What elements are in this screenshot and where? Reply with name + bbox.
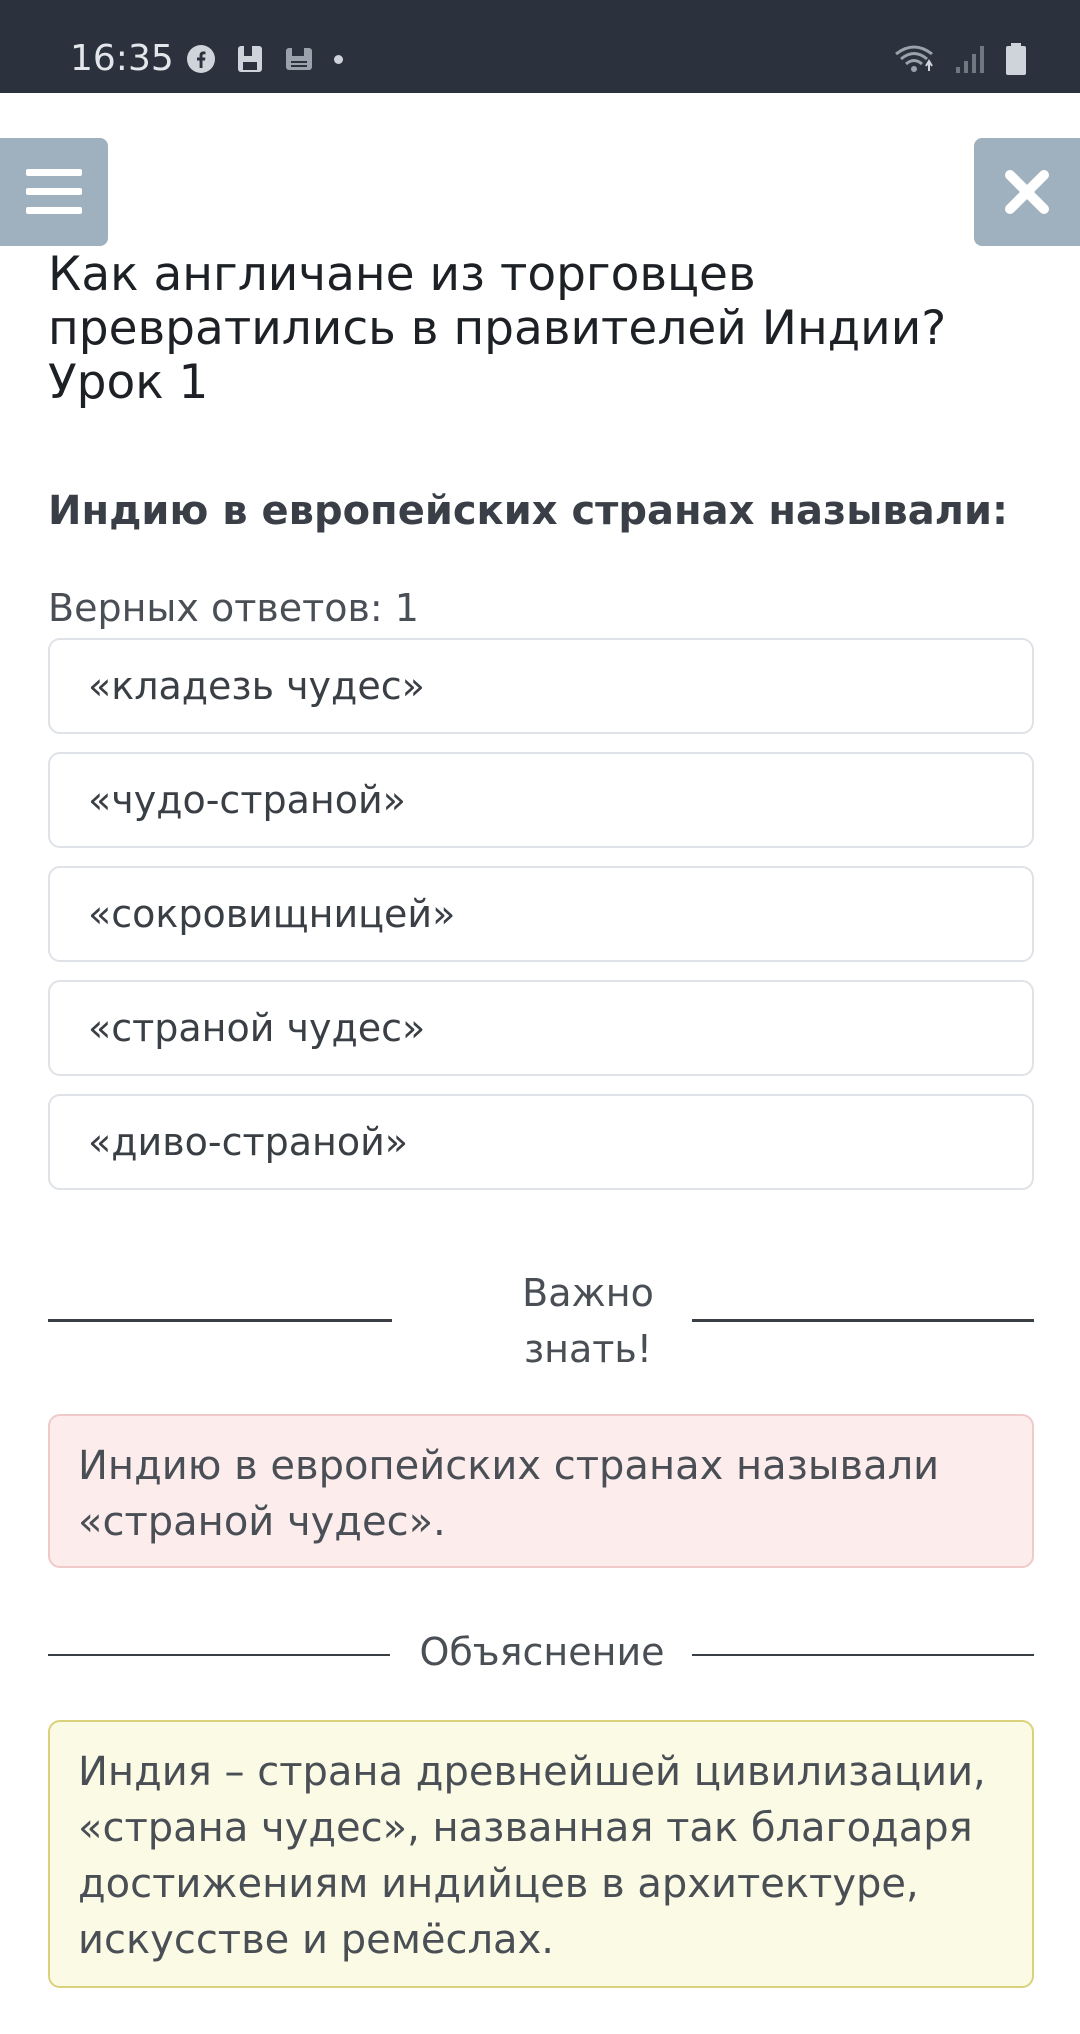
explanation-text-line: достижениям индийцев в архитектуре, [78, 1861, 919, 1907]
divider-line-left [48, 1319, 392, 1322]
explanation-text-line: «страна чудес», названная так благодаря [78, 1805, 973, 1851]
close-icon [1005, 170, 1049, 214]
facebook-icon [187, 45, 215, 73]
wifi-icon [895, 45, 933, 72]
important-box: Индию в европейских странах называли «ст… [48, 1414, 1034, 1568]
answer-option[interactable]: «диво-страной» [48, 1094, 1034, 1190]
divider-line-right [692, 1319, 1034, 1322]
page-title: Как англичане из торговцев превратились … [48, 248, 1008, 410]
answer-option[interactable]: «сокровищницей» [48, 866, 1034, 962]
dot-icon [334, 54, 343, 64]
hamburger-icon [26, 169, 82, 214]
explanation-box: Индия – страна древнейшей цивилизации, «… [48, 1720, 1034, 1988]
important-heading-line: Важно [522, 1271, 654, 1315]
explanation-text-line: искусстве и ремёслах. [78, 1917, 554, 1963]
title-line: Урок 1 [48, 355, 209, 410]
important-text-line: «страной чудес». [78, 1499, 446, 1545]
explanation-divider: Объяснение [48, 1630, 1034, 1680]
explanation-text-line: Индия – страна древнейшей цивилизации, [78, 1749, 986, 1795]
title-line: Как англичане из торговцев [48, 247, 756, 302]
status-time: 16:35 [70, 38, 174, 79]
menu-button[interactable] [0, 138, 108, 246]
correct-answers-count: Верных ответов: 1 [48, 586, 419, 630]
question-text: Индию в европейских странах называли: [48, 488, 1008, 534]
important-heading-line: знать! [523, 1327, 653, 1371]
explanation-label: Объяснение [419, 1630, 665, 1674]
important-text-line: Индию в европейских странах называли [78, 1443, 940, 1489]
status-notification-icons [186, 44, 343, 74]
answer-option[interactable]: «кладезь чудес» [48, 638, 1034, 734]
status-bar: 16:35 [0, 0, 1080, 93]
answer-option[interactable]: «чудо-страной» [48, 752, 1034, 848]
answer-options: «кладезь чудес» «чудо-страной» «сокровищ… [48, 638, 1034, 1208]
divider-line-right [692, 1654, 1034, 1656]
answer-option[interactable]: «страной чудес» [48, 980, 1034, 1076]
save-icon [238, 46, 262, 72]
status-system-icons [892, 42, 1028, 76]
divider-line-left [48, 1654, 390, 1656]
important-divider: Важно знать! [48, 1265, 1034, 1385]
save-alt-icon [286, 48, 312, 70]
title-line: превратились в правителей Индии? [48, 301, 947, 356]
battery-icon [1006, 43, 1026, 75]
close-button[interactable] [974, 138, 1080, 246]
signal-icon [956, 46, 984, 73]
